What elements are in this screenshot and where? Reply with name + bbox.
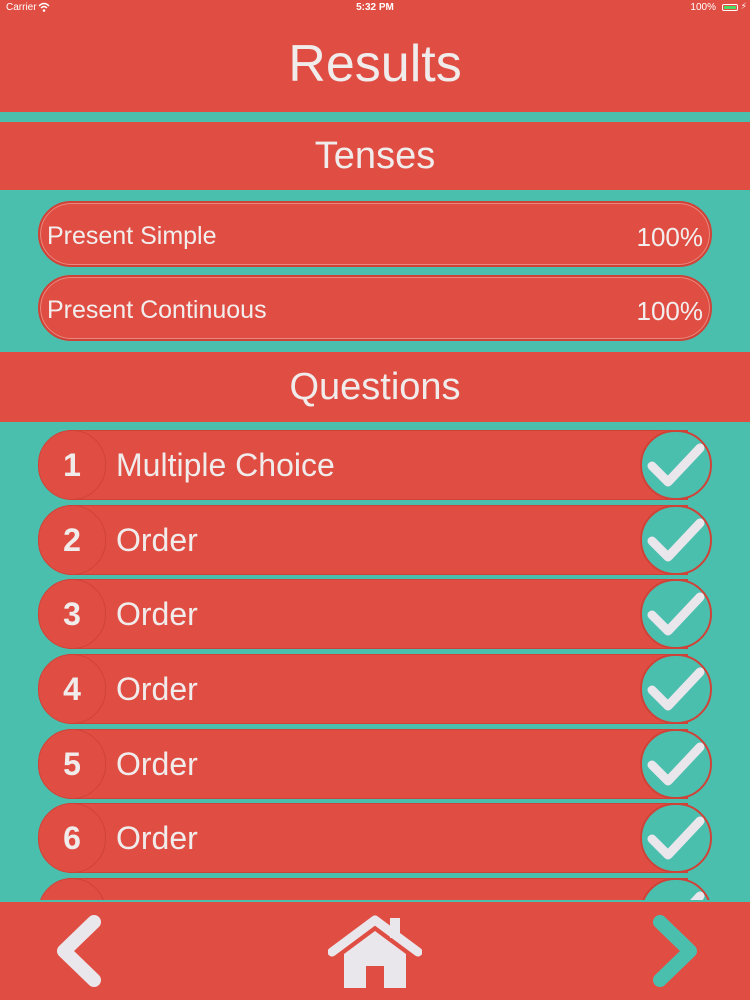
tenses-section-header: Tenses	[0, 122, 750, 190]
questions-section-title: Questions	[289, 365, 461, 408]
question-row[interactable]: 3 Order	[38, 579, 712, 649]
battery-icon	[722, 4, 738, 11]
question-row[interactable]: 6 Order	[38, 803, 712, 873]
bottom-navigation-bar	[0, 902, 750, 1000]
question-type: Order	[116, 895, 198, 900]
question-number: 6	[38, 803, 106, 873]
battery-percent: 100%	[690, 2, 716, 13]
title-bar: Results	[0, 16, 750, 112]
check-icon	[640, 729, 712, 799]
questions-list[interactable]: 1 Multiple Choice 2 Order 3 Order 4 Orde…	[0, 430, 750, 900]
question-type: Order	[116, 671, 198, 707]
question-number: 4	[38, 654, 106, 724]
question-row[interactable]: 2 Order	[38, 505, 712, 575]
charging-icon: ⚡	[740, 1, 747, 11]
tense-name: Present Simple	[47, 222, 217, 250]
tense-percent: 100%	[636, 222, 704, 252]
question-type: Order	[116, 746, 198, 782]
questions-section-header: Questions	[0, 352, 750, 422]
check-icon	[640, 505, 712, 575]
tense-row-present-continuous[interactable]: Present Continuous 100%	[38, 275, 712, 341]
tense-percent: 100%	[636, 296, 704, 326]
question-row[interactable]: 1 Multiple Choice	[38, 430, 712, 500]
question-number: 2	[38, 505, 106, 575]
question-row[interactable]: 5 Order	[38, 729, 712, 799]
question-row[interactable]: 4 Order	[38, 654, 712, 724]
check-icon	[640, 803, 712, 873]
chevron-right-icon	[653, 915, 697, 987]
status-time: 5:32 PM	[356, 2, 394, 13]
check-icon	[640, 579, 712, 649]
question-type: Multiple Choice	[116, 447, 335, 483]
question-type: Order	[116, 820, 198, 856]
status-bar: Carrier 5:32 PM 100% ⚡	[0, 0, 750, 16]
question-number: 1	[38, 430, 106, 500]
tenses-section-title: Tenses	[314, 134, 436, 177]
page-title: Results	[288, 35, 462, 93]
tense-name: Present Continuous	[47, 296, 267, 324]
question-type: Order	[116, 522, 198, 558]
question-number: 5	[38, 729, 106, 799]
question-row[interactable]: 7 Order	[38, 878, 712, 900]
question-type: Order	[116, 596, 198, 632]
check-icon	[640, 654, 712, 724]
next-button[interactable]	[648, 914, 704, 993]
chevron-left-icon	[57, 915, 101, 987]
back-button[interactable]	[50, 914, 106, 993]
check-icon	[640, 430, 712, 500]
tense-row-present-simple[interactable]: Present Simple 100%	[38, 201, 712, 267]
question-number: 3	[38, 579, 106, 649]
home-button[interactable]	[327, 914, 423, 995]
home-icon	[327, 915, 423, 988]
